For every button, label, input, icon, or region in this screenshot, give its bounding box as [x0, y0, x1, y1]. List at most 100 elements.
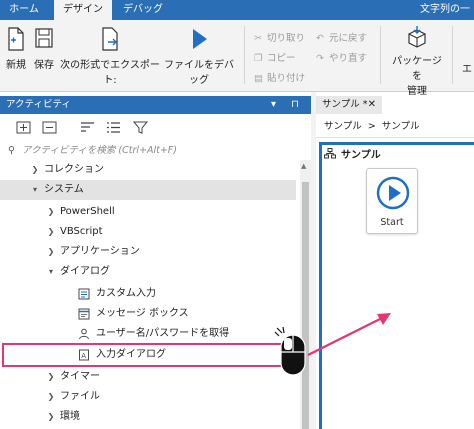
chevron-right-icon: ❯ [47, 227, 55, 236]
activities-panel-header: アクティビティ ▾ ⊓ [0, 96, 311, 114]
tree-node-message-box[interactable]: メッセージ ボックス [0, 304, 296, 324]
list-view-icon[interactable] [106, 121, 121, 134]
cut-button[interactable]: ✂ 切り取り [254, 30, 305, 44]
activities-toolbar [0, 114, 311, 142]
tree-node-label: カスタム入力 [96, 288, 156, 299]
cut-label: 切り取り [267, 33, 306, 44]
breadcrumb-item[interactable]: サンプル [324, 121, 362, 132]
tree-node-dialog[interactable]: ▾ ダイアログ [0, 262, 296, 282]
activities-panel-title: アクティビティ [6, 99, 71, 110]
save-button-label: 保存 [34, 60, 54, 71]
tree-node-collection[interactable]: ❯ コレクション [0, 160, 296, 180]
tree-node-powershell[interactable]: ❯ PowerShell [0, 202, 296, 222]
tree-node-label: ファイル [60, 391, 100, 402]
chevron-right-icon: ❯ [31, 165, 39, 174]
sequence-title: サンプル [341, 150, 381, 161]
tree-node-label: ユーザー名/パスワードを取得 [96, 328, 230, 339]
start-label: Start [380, 217, 404, 228]
designer-tab-label: サンプル * [322, 99, 368, 110]
debug-file-button-label: ファイルをデバッグ [164, 60, 234, 86]
new-button[interactable]: 新規 [4, 26, 28, 71]
ribbon-separator [452, 26, 453, 84]
new-button-label: 新規 [6, 60, 26, 71]
redo-button[interactable]: ↷ やり直す [316, 50, 367, 64]
copy-icon: ❐ [254, 53, 263, 64]
chevron-right-icon: ❯ [47, 247, 55, 256]
tree-node-label: コレクション [44, 164, 104, 175]
paste-icon: ▤ [254, 73, 263, 84]
package-icon [408, 26, 426, 48]
tree-node-label: ダイアログ [60, 266, 110, 277]
tree-node-system[interactable]: ▾ システム [0, 180, 296, 200]
redo-label: やり直す [329, 53, 368, 64]
tree-node-vbscript[interactable]: ❯ VBScript [0, 222, 296, 242]
chevron-right-icon: ❯ [47, 412, 55, 421]
undo-button[interactable]: ↶ 元に戻す [316, 30, 367, 44]
manage-packages-button[interactable]: パッケージを 管理 [388, 26, 446, 97]
paste-button[interactable]: ▤ 貼り付け [254, 70, 305, 84]
sequence-header: サンプル [324, 146, 381, 161]
search-icon: ⚲ [8, 145, 15, 156]
form-icon [78, 288, 90, 300]
chevron-down-icon: ▾ [32, 185, 37, 194]
play-icon [193, 29, 207, 49]
scroll-up-icon[interactable]: ▲ [301, 162, 306, 170]
manage-packages-label-2: 管理 [407, 86, 427, 97]
collapse-all-icon[interactable] [42, 121, 57, 134]
breadcrumb-separator: > [367, 121, 376, 132]
export-button-label: 次の形式でエクスポート: [60, 60, 160, 86]
undo-label: 元に戻す [329, 33, 368, 44]
window-title: 文字列の一 [420, 4, 470, 15]
sequence-icon [324, 148, 336, 159]
user-key-icon [79, 328, 89, 340]
sort-icon[interactable] [80, 121, 95, 134]
tab-debug[interactable]: デバッグ [116, 0, 170, 20]
tree-node-label: システム [44, 184, 84, 195]
export-icon [102, 27, 118, 51]
redo-icon: ↷ [316, 53, 324, 64]
undo-icon: ↶ [316, 33, 324, 44]
close-icon[interactable]: ✕ [368, 96, 376, 114]
save-icon [35, 28, 53, 48]
tree-node-get-credentials[interactable]: ユーザー名/パスワードを取得 [0, 324, 296, 344]
designer-tab[interactable]: サンプル * ✕ [316, 96, 382, 114]
export-button[interactable]: 次の形式でエクスポート: [60, 26, 160, 86]
panel-controls[interactable]: ▾ ⊓ [271, 96, 305, 114]
chevron-right-icon: ❯ [47, 372, 55, 381]
tab-home[interactable]: ホーム [0, 0, 48, 20]
ribbon-separator [244, 26, 245, 84]
save-button[interactable]: 保存 [32, 26, 56, 71]
expand-all-icon[interactable] [16, 121, 31, 134]
tree-node-label: VBScript [60, 226, 103, 237]
tree-node-application[interactable]: ❯ アプリケーション [0, 242, 296, 262]
manage-packages-label-1: パッケージを [392, 56, 442, 82]
tree-node-file[interactable]: ❯ ファイル [0, 387, 296, 407]
filter-icon[interactable] [133, 121, 148, 134]
paste-label: 貼り付け [267, 73, 306, 84]
tree-node-timer[interactable]: ❯ タイマー [0, 367, 296, 387]
tree-node-custom-input[interactable]: カスタム入力 [0, 284, 296, 304]
highlight-box [2, 343, 304, 367]
tree-node-label: 環境 [60, 411, 80, 422]
debug-file-button[interactable]: ファイルをデバッグ [162, 26, 236, 86]
chevron-down-icon: ▾ [48, 267, 53, 276]
tree-node-label: アプリケーション [60, 246, 140, 257]
tree-node-label: PowerShell [60, 206, 115, 217]
activity-search-placeholder: アクティビティを検索 (Ctrl+Alt+F) [22, 145, 177, 156]
tree-node-label: メッセージ ボックス [96, 308, 189, 319]
ribbon: 新規 保存 次の形式でエクスポート: ファイルをデバッグ ✂ 切り取り ❐ コピー … [0, 20, 474, 97]
tree-node-label: タイマー [60, 371, 100, 382]
tree-node-environment[interactable]: ❯ 環境 [0, 407, 296, 427]
activity-search-field[interactable]: ⚲ アクティビティを検索 (Ctrl+Alt+F) [0, 142, 311, 160]
breadcrumb-item[interactable]: サンプル [382, 121, 420, 132]
start-play-icon [376, 176, 410, 210]
new-file-icon [8, 27, 24, 51]
scissors-icon: ✂ [254, 33, 262, 44]
copy-label: コピー [267, 53, 296, 64]
copy-button[interactable]: ❐ コピー [254, 50, 296, 64]
chevron-right-icon: ❯ [47, 207, 55, 216]
breadcrumb: サンプル > サンプル [316, 116, 474, 138]
tab-design[interactable]: デザイン [54, 0, 112, 20]
ribbon-separator [380, 26, 381, 84]
scrollbar-thumb[interactable] [302, 182, 309, 429]
